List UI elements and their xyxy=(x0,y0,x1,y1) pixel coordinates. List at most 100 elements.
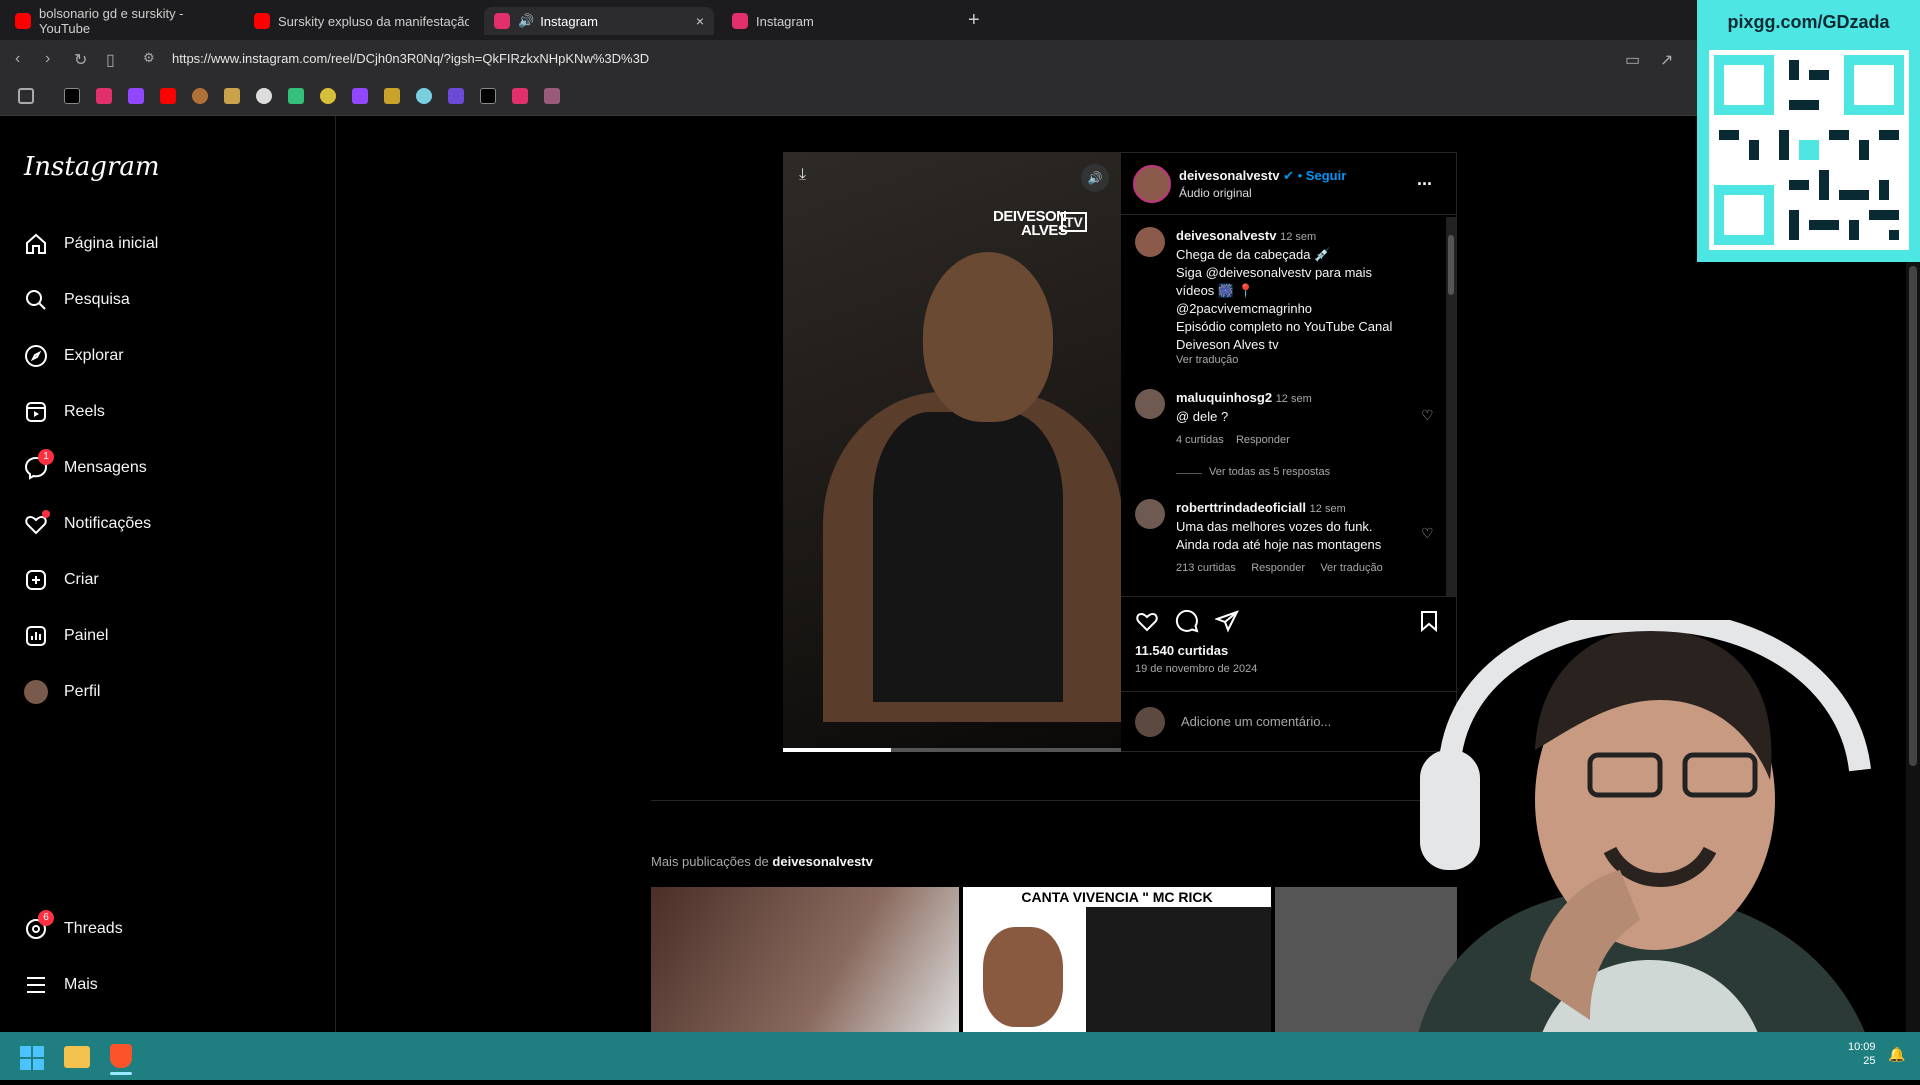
comment-like-icon[interactable]: ♡ xyxy=(1421,525,1434,542)
back-icon[interactable]: ‹ xyxy=(15,50,20,68)
youtube-icon[interactable] xyxy=(160,88,176,104)
qr-title: pixgg.com/GDzada xyxy=(1727,12,1890,32)
x-icon[interactable] xyxy=(64,88,80,104)
caption-avatar[interactable] xyxy=(1135,227,1165,257)
bookmark-icon[interactable]: ▯ xyxy=(106,50,115,70)
volume-icon[interactable]: 🔊 xyxy=(1081,164,1109,192)
reel-video[interactable]: DEIVESON ALVES TV ⤓ 🔊 xyxy=(783,152,1121,752)
comment-icon[interactable] xyxy=(1175,609,1199,638)
apps-icon[interactable] xyxy=(18,88,34,104)
tab-instagram-active[interactable]: 🔊 Instagram × xyxy=(484,7,714,35)
nav-messages[interactable]: 1 Mensagens xyxy=(24,449,147,484)
video-subject-shirt xyxy=(873,412,1063,702)
share-icon[interactable] xyxy=(1214,609,1239,638)
nav-reels[interactable]: Reels xyxy=(24,396,105,428)
nav-dashboard[interactable]: Painel xyxy=(24,620,108,652)
comment-author[interactable]: roberttrindadeoficiall xyxy=(1176,500,1306,515)
bookmark-icon[interactable] xyxy=(224,88,240,104)
close-tab-icon[interactable]: × xyxy=(696,13,704,29)
reply-button[interactable]: Responder xyxy=(1251,562,1305,574)
forward-icon[interactable]: › xyxy=(45,50,50,68)
twitch-icon[interactable] xyxy=(128,88,144,104)
home-icon xyxy=(24,232,48,256)
caption: deivesonalvestv 12 sem Chega de da cabeç… xyxy=(1176,227,1436,366)
bookmark-icon[interactable] xyxy=(320,88,336,104)
tab-youtube-1[interactable]: bolsonario gd e surskity - YouTube xyxy=(5,6,240,36)
qr-code xyxy=(1709,50,1909,250)
search-icon xyxy=(24,288,48,312)
tab-instagram-2[interactable]: Instagram xyxy=(722,7,957,35)
bookmark-icon[interactable] xyxy=(256,88,272,104)
os-taskbar xyxy=(0,1032,1920,1080)
x-icon[interactable] xyxy=(480,88,496,104)
follow-button[interactable]: Seguir xyxy=(1306,168,1346,183)
bookmark-icon[interactable] xyxy=(416,88,432,104)
bookmark-icon[interactable] xyxy=(192,88,208,104)
stream-qr-overlay: pixgg.com/GDzada xyxy=(1697,0,1920,262)
nav-more[interactable]: Mais xyxy=(24,969,98,1001)
bookmark-icon[interactable] xyxy=(544,88,560,104)
comment-like-icon[interactable]: ♡ xyxy=(1421,407,1434,424)
comment-avatar[interactable] xyxy=(1135,389,1165,419)
download-icon[interactable]: ⤓ xyxy=(799,166,806,184)
nav-explore[interactable]: Explorar xyxy=(24,340,124,372)
threads-icon: 6 xyxy=(24,910,54,941)
video-progress-fill xyxy=(783,748,892,752)
tab-youtube-2[interactable]: Surskity expluso da manifestação d xyxy=(244,7,479,35)
new-tab-button[interactable]: + xyxy=(968,9,980,32)
video-progress-bar[interactable] xyxy=(783,748,1121,752)
author-avatar[interactable] xyxy=(1133,165,1171,203)
file-explorer-icon[interactable] xyxy=(64,1046,90,1068)
avatar xyxy=(1135,707,1165,737)
cast-icon[interactable]: ▭ xyxy=(1625,50,1640,70)
instagram-icon[interactable] xyxy=(96,88,112,104)
more-options-icon[interactable]: ... xyxy=(1417,169,1432,190)
nav-search[interactable]: Pesquisa xyxy=(24,284,130,316)
comment: maluquinhosg2 12 sem @ dele ? 4 curtidas… xyxy=(1176,390,1312,446)
instagram-logo[interactable]: Instagram xyxy=(24,152,160,182)
see-translation-link[interactable]: Ver tradução xyxy=(1176,354,1436,366)
twitch-icon[interactable] xyxy=(352,88,368,104)
nav-threads[interactable]: 6 Threads xyxy=(24,910,123,945)
view-replies-link[interactable]: Ver todas as 5 respostas xyxy=(1209,466,1330,478)
nav-profile[interactable]: Perfil xyxy=(24,676,100,708)
notification-dot xyxy=(42,510,50,518)
likes-count[interactable]: 11.540 curtidas xyxy=(1135,643,1228,658)
reply-button[interactable]: Responder xyxy=(1236,434,1290,446)
audio-label[interactable]: Áudio original xyxy=(1179,186,1252,200)
share-icon[interactable]: ↗ xyxy=(1660,50,1673,70)
video-subject-head xyxy=(923,252,1053,422)
post-header: deivesonalvestv ✔ • Seguir Áudio origina… xyxy=(1121,153,1457,215)
nav-home[interactable]: Página inicial xyxy=(24,228,158,260)
site-info-icon[interactable]: ⚙ xyxy=(143,50,155,66)
dashboard-icon xyxy=(24,624,48,648)
comments-scrollbar[interactable] xyxy=(1446,217,1456,597)
comment-avatar[interactable] xyxy=(1135,499,1165,529)
comment-author[interactable]: maluquinhosg2 xyxy=(1176,390,1272,405)
author-username[interactable]: deivesonalvestv xyxy=(1179,168,1279,183)
bookmark-icon[interactable] xyxy=(384,88,400,104)
reels-icon xyxy=(24,400,48,424)
like-icon[interactable] xyxy=(1135,609,1159,638)
verified-icon: ✔ xyxy=(1283,168,1294,183)
instagram-icon[interactable] xyxy=(512,88,528,104)
avatar xyxy=(24,680,48,704)
threads-badge: 6 xyxy=(38,910,54,926)
nav-create[interactable]: Criar xyxy=(24,564,99,596)
bookmark-icon[interactable] xyxy=(448,88,464,104)
reload-icon[interactable]: ↻ xyxy=(74,50,87,70)
system-clock[interactable]: 10:09 25 xyxy=(1848,1040,1876,1068)
more-posts-label: Mais publicações de deivesonalvestv xyxy=(651,854,873,869)
caption-author[interactable]: deivesonalvestv xyxy=(1176,228,1276,243)
brave-browser-icon[interactable] xyxy=(110,1044,132,1068)
bookmark-icon[interactable] xyxy=(288,88,304,104)
windows-start-icon[interactable] xyxy=(20,1046,44,1075)
url-input[interactable]: https://www.instagram.com/reel/DCjh0n3R0… xyxy=(172,51,649,66)
post-thumbnail[interactable]: CANTA VIVENCIA " MC RICK xyxy=(963,887,1271,1032)
see-translation-link[interactable]: Ver tradução xyxy=(1320,562,1382,574)
notification-bell-icon[interactable]: 🔔 xyxy=(1888,1046,1905,1063)
messages-badge: 1 xyxy=(38,449,54,465)
post-thumbnail[interactable] xyxy=(651,887,959,1032)
nav-notifications[interactable]: Notificações xyxy=(24,508,151,540)
messenger-icon: 1 xyxy=(24,449,54,480)
